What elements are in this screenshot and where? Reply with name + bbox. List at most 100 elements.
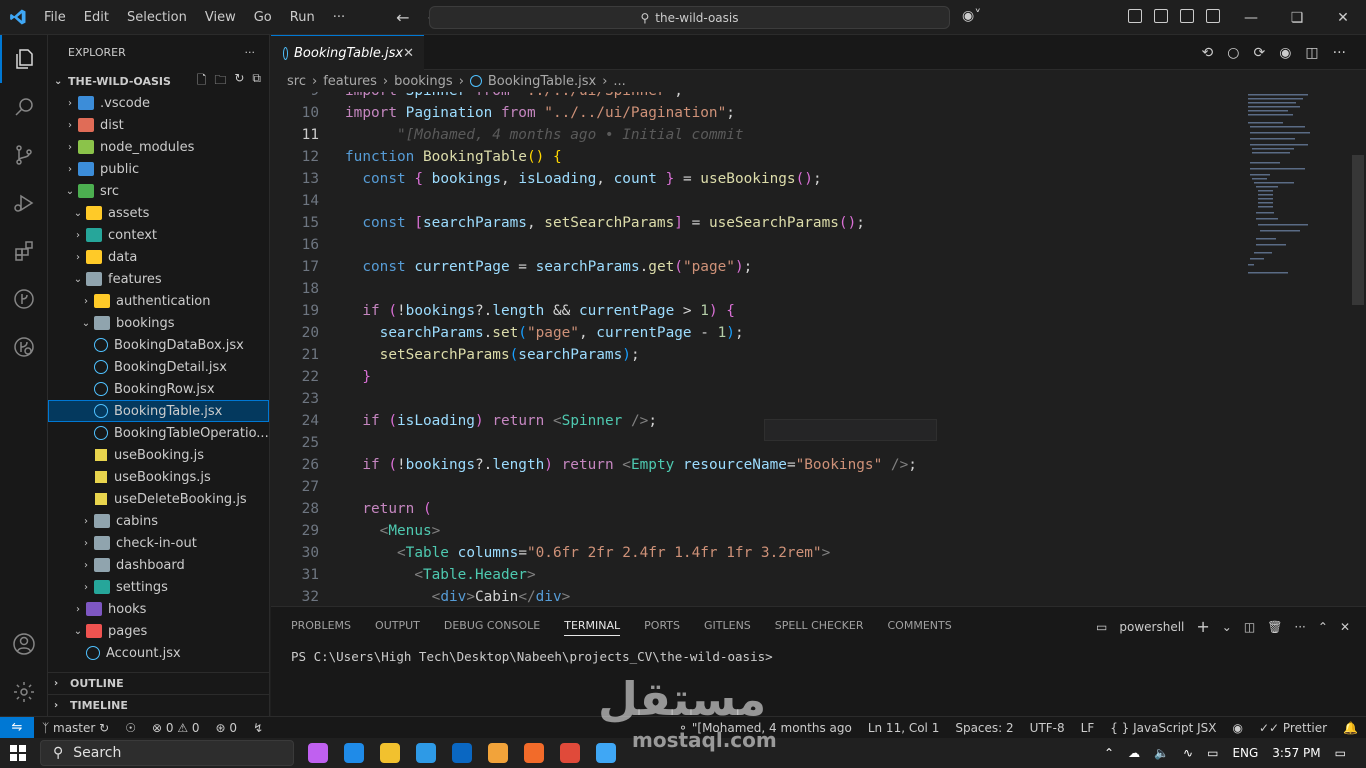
new-file-icon[interactable]: 🗋: [197, 71, 207, 92]
gitlens-status-icon[interactable]: ☉: [117, 721, 144, 735]
input-language[interactable]: ENG: [1232, 746, 1258, 760]
code-line[interactable]: 19 if (!bookings?.length && currentPage …: [271, 300, 1351, 322]
menu-item[interactable]: ···: [324, 0, 354, 35]
file-item[interactable]: BookingTableOperatio...: [48, 422, 269, 444]
minimap[interactable]: [1242, 92, 1352, 312]
folder-item[interactable]: › data: [48, 246, 269, 268]
extensions-icon[interactable]: [0, 227, 48, 275]
panel-tab-comments[interactable]: COMMENTS: [888, 619, 952, 636]
terminal-shell-label[interactable]: powershell: [1119, 620, 1184, 634]
collapse-all-icon[interactable]: ⧉: [252, 71, 261, 92]
notification-center-icon[interactable]: ▭: [1335, 746, 1346, 760]
folder-item[interactable]: ⌄ bookings: [48, 312, 269, 334]
minimize-icon[interactable]: —: [1228, 0, 1274, 35]
customize-layout-icon[interactable]: [1128, 9, 1142, 23]
settings-gear-icon[interactable]: [0, 668, 48, 716]
file-item[interactable]: BookingDataBox.jsx: [48, 334, 269, 356]
chevron-down-icon[interactable]: ⌄: [1222, 620, 1232, 634]
code-line[interactable]: 31 <Table.Header>: [271, 564, 1351, 586]
folder-item[interactable]: › context: [48, 224, 269, 246]
language-status[interactable]: { } JavaScript JSX: [1102, 721, 1224, 735]
code-line[interactable]: 17 const currentPage = searchParams.get(…: [271, 256, 1351, 278]
battery-icon[interactable]: ▭: [1207, 746, 1218, 760]
code-line[interactable]: 10 import Pagination from "../../ui/Pagin…: [271, 102, 1351, 124]
breadcrumb-src[interactable]: src: [287, 74, 306, 89]
prettier-status[interactable]: ✓✓ Prettier: [1251, 721, 1335, 735]
volume-icon[interactable]: 🔈: [1154, 746, 1169, 760]
panel-tab-problems[interactable]: PROBLEMS: [291, 619, 351, 636]
taskbar-app-icon[interactable]: [308, 743, 328, 763]
file-item[interactable]: BookingRow.jsx: [48, 378, 269, 400]
file-item[interactable]: Account.jsx: [48, 642, 269, 664]
folder-item[interactable]: › hooks: [48, 598, 269, 620]
tray-chevron-up-icon[interactable]: ⌃: [1104, 746, 1114, 760]
breadcrumb-file[interactable]: BookingTable.jsx: [488, 74, 596, 89]
toggle-panel-icon[interactable]: [1180, 9, 1194, 23]
folder-item[interactable]: ⌄ features: [48, 268, 269, 290]
gitlens-forward-icon[interactable]: ⟳: [1253, 45, 1265, 61]
folder-item[interactable]: › check-in-out: [48, 532, 269, 554]
code-line[interactable]: 28 return (: [271, 498, 1351, 520]
panel-tab-spell-checker[interactable]: SPELL CHECKER: [775, 619, 864, 636]
gitlens-commit-icon[interactable]: ○: [1227, 45, 1239, 61]
breadcrumb-symbol[interactable]: ...: [613, 74, 625, 89]
ports-status[interactable]: ⊛ 0: [208, 721, 246, 735]
close-tab-icon[interactable]: ✕: [403, 46, 414, 61]
gitlens-graph-icon[interactable]: ◉: [1279, 45, 1291, 61]
folder-item[interactable]: › public: [48, 158, 269, 180]
close-panel-icon[interactable]: ✕: [1340, 620, 1350, 634]
code-line[interactable]: 11 "[Mohamed, 4 months ago • Initial com…: [271, 124, 1351, 146]
remote-explorer-icon[interactable]: [0, 323, 48, 371]
code-line[interactable]: 12 function BookingTable() {: [271, 146, 1351, 168]
branch-status[interactable]: ᛉ master ↻: [34, 721, 117, 735]
encoding-status[interactable]: UTF-8: [1022, 721, 1073, 735]
taskbar-app-icon[interactable]: [596, 743, 616, 763]
code-line[interactable]: 26 if (!bookings?.length) return <Empty …: [271, 454, 1351, 476]
code-editor[interactable]: 9 import Spinner from "../../ui/Spinner";…: [271, 92, 1351, 606]
panel-tab-gitlens[interactable]: GITLENS: [704, 619, 751, 636]
code-line[interactable]: 23: [271, 388, 1351, 410]
taskbar-app-icon[interactable]: [524, 743, 544, 763]
code-line[interactable]: 9 import Spinner from "../../ui/Spinner";: [271, 92, 1351, 102]
menu-item[interactable]: Edit: [75, 0, 118, 35]
code-line[interactable]: 20 searchParams.set("page", currentPage …: [271, 322, 1351, 344]
folder-item[interactable]: ⌄ pages: [48, 620, 269, 642]
panel-tab-debug-console[interactable]: DEBUG CONSOLE: [444, 619, 540, 636]
menu-item[interactable]: View: [196, 0, 245, 35]
notifications-icon[interactable]: 🔔: [1335, 721, 1366, 735]
split-editor-icon[interactable]: ◫: [1305, 45, 1318, 61]
file-item[interactable]: useBooking.js: [48, 444, 269, 466]
clock[interactable]: 3:57 PM: [1272, 746, 1320, 760]
toggle-primary-sidebar-icon[interactable]: [1154, 9, 1168, 23]
eol-status[interactable]: LF: [1073, 721, 1103, 735]
code-line[interactable]: 21 setSearchParams(searchParams);: [271, 344, 1351, 366]
code-line[interactable]: 22 }: [271, 366, 1351, 388]
folder-item[interactable]: ⌄ assets: [48, 202, 269, 224]
timeline-section[interactable]: › TIMELINE: [48, 694, 269, 716]
code-line[interactable]: 29 <Menus>: [271, 520, 1351, 542]
maximize-panel-icon[interactable]: ⌃: [1318, 620, 1328, 634]
gitlens-icon[interactable]: [0, 275, 48, 323]
code-line[interactable]: 32 <div>Cabin</div>: [271, 586, 1351, 606]
trash-icon[interactable]: 🗑: [1267, 620, 1282, 634]
panel-tab-output[interactable]: OUTPUT: [375, 619, 420, 636]
cursor-position[interactable]: Ln 11, Col 1: [860, 721, 948, 735]
project-header[interactable]: ⌄ THE-WILD-OASIS 🗋 🗀 ↻ ⧉: [48, 70, 269, 92]
file-item[interactable]: BookingTable.jsx: [48, 400, 269, 422]
taskbar-app-icon[interactable]: [344, 743, 364, 763]
code-line[interactable]: 15 const [searchParams, setSearchParams]…: [271, 212, 1351, 234]
split-terminal-icon[interactable]: ◫: [1244, 620, 1255, 634]
code-line[interactable]: 18: [271, 278, 1351, 300]
code-line[interactable]: 14: [271, 190, 1351, 212]
weather-icon[interactable]: ☁: [1128, 746, 1140, 760]
folder-item[interactable]: › node_modules: [48, 136, 269, 158]
editor-scrollbar[interactable]: [1352, 155, 1364, 305]
indentation-status[interactable]: Spaces: 2: [947, 721, 1021, 735]
windows-start-icon[interactable]: [0, 745, 36, 761]
menu-item[interactable]: File: [35, 0, 75, 35]
problems-status[interactable]: ⊗ 0 ⚠ 0: [144, 721, 208, 735]
more-actions-icon[interactable]: ···: [245, 46, 256, 59]
run-debug-icon[interactable]: [0, 179, 48, 227]
menu-item[interactable]: Go: [245, 0, 281, 35]
more-actions-icon[interactable]: ···: [1294, 620, 1305, 634]
